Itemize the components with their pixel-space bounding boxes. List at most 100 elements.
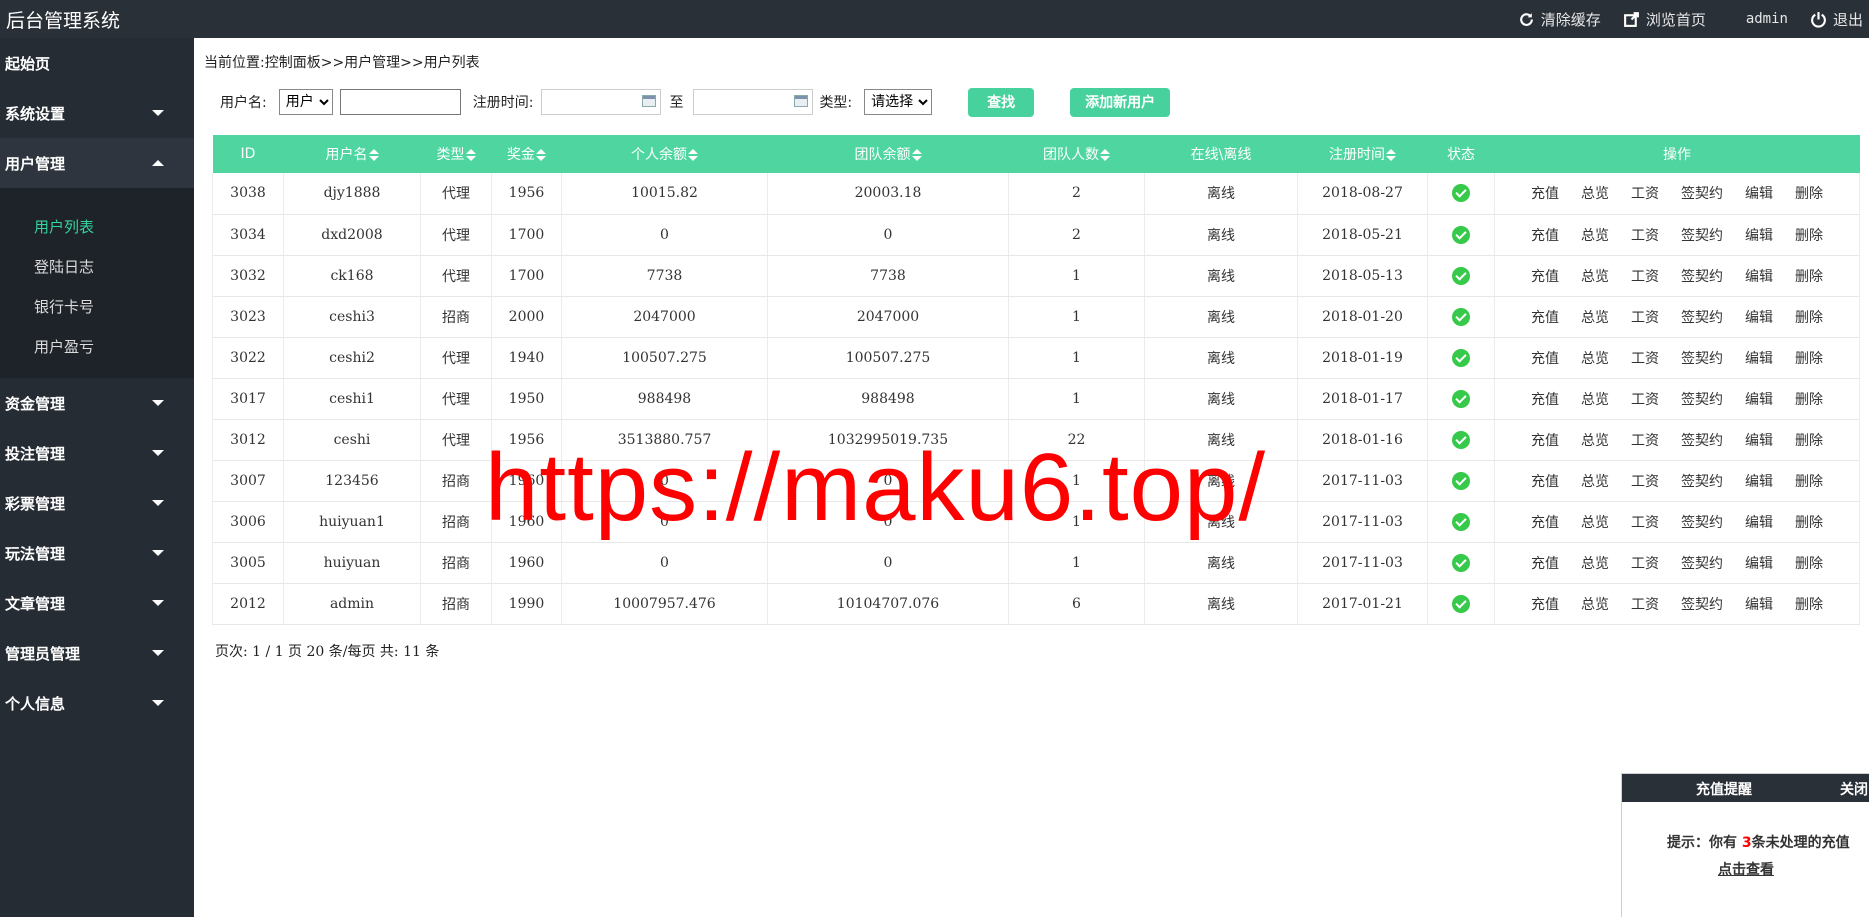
- recharge-link[interactable]: 充值: [1520, 389, 1570, 409]
- col-username[interactable]: 用户名: [283, 135, 421, 173]
- contract-link[interactable]: 签契约: [1670, 225, 1734, 245]
- delete-link[interactable]: 删除: [1784, 266, 1834, 286]
- sort-icon[interactable]: [1386, 149, 1396, 161]
- salary-link[interactable]: 工资: [1620, 225, 1670, 245]
- overview-link[interactable]: 总览: [1570, 471, 1620, 491]
- contract-link[interactable]: 签契约: [1670, 307, 1734, 327]
- add-user-button[interactable]: 添加新用户: [1070, 87, 1171, 117]
- sidebar-subitem-user-list[interactable]: 用户列表: [0, 206, 194, 246]
- current-user[interactable]: admin: [1746, 11, 1788, 27]
- recharge-link[interactable]: 充值: [1520, 594, 1570, 614]
- col-team-size[interactable]: 团队人数: [1008, 135, 1145, 173]
- salary-link[interactable]: 工资: [1620, 553, 1670, 573]
- salary-link[interactable]: 工资: [1620, 348, 1670, 368]
- edit-link[interactable]: 编辑: [1734, 389, 1784, 409]
- sidebar-item-start[interactable]: 起始页: [0, 38, 194, 88]
- contract-link[interactable]: 签契约: [1670, 594, 1734, 614]
- sort-icon[interactable]: [536, 149, 546, 161]
- overview-link[interactable]: 总览: [1570, 266, 1620, 286]
- contract-link[interactable]: 签契约: [1670, 512, 1734, 532]
- edit-link[interactable]: 编辑: [1734, 307, 1784, 327]
- sidebar-subitem-bank-cards[interactable]: 银行卡号: [0, 286, 194, 326]
- sidebar-item-system-settings[interactable]: 系统设置: [0, 88, 194, 138]
- sidebar-item-user-management[interactable]: 用户管理: [0, 138, 194, 188]
- contract-link[interactable]: 签契约: [1670, 430, 1734, 450]
- delete-link[interactable]: 删除: [1784, 348, 1834, 368]
- date-to-input[interactable]: [693, 89, 814, 115]
- salary-link[interactable]: 工资: [1620, 307, 1670, 327]
- type-select[interactable]: 请选择: [864, 89, 933, 115]
- sidebar-item-gameplay[interactable]: 玩法管理: [0, 528, 194, 578]
- sidebar-item-lottery[interactable]: 彩票管理: [0, 478, 194, 528]
- edit-link[interactable]: 编辑: [1734, 225, 1784, 245]
- overview-link[interactable]: 总览: [1570, 348, 1620, 368]
- salary-link[interactable]: 工资: [1620, 430, 1670, 450]
- sort-icon[interactable]: [911, 149, 922, 161]
- recharge-link[interactable]: 充值: [1520, 348, 1570, 368]
- recharge-link[interactable]: 充值: [1520, 225, 1570, 245]
- sort-icon[interactable]: [1100, 149, 1110, 161]
- popup-close-button[interactable]: 关闭: [1840, 779, 1868, 799]
- salary-link[interactable]: 工资: [1620, 594, 1670, 614]
- overview-link[interactable]: 总览: [1570, 307, 1620, 327]
- edit-link[interactable]: 编辑: [1734, 471, 1784, 491]
- delete-link[interactable]: 删除: [1784, 553, 1834, 573]
- recharge-link[interactable]: 充值: [1520, 471, 1570, 491]
- sidebar-subitem-user-pnl[interactable]: 用户盈亏: [0, 326, 194, 366]
- edit-link[interactable]: 编辑: [1734, 348, 1784, 368]
- recharge-link[interactable]: 充值: [1520, 553, 1570, 573]
- sidebar-item-bets[interactable]: 投注管理: [0, 428, 194, 478]
- contract-link[interactable]: 签契约: [1670, 553, 1734, 573]
- logout-link[interactable]: 退出: [1810, 9, 1863, 30]
- contract-link[interactable]: 签契约: [1670, 471, 1734, 491]
- recharge-link[interactable]: 充值: [1520, 512, 1570, 532]
- delete-link[interactable]: 删除: [1784, 594, 1834, 614]
- col-team-balance[interactable]: 团队余额: [767, 135, 1009, 173]
- delete-link[interactable]: 删除: [1784, 225, 1834, 245]
- edit-link[interactable]: 编辑: [1734, 183, 1784, 203]
- salary-link[interactable]: 工资: [1620, 389, 1670, 409]
- calendar-icon[interactable]: [794, 95, 809, 107]
- sort-icon[interactable]: [688, 149, 698, 161]
- edit-link[interactable]: 编辑: [1734, 266, 1784, 286]
- delete-link[interactable]: 删除: [1784, 430, 1834, 450]
- col-id[interactable]: ID: [212, 135, 284, 173]
- salary-link[interactable]: 工资: [1620, 512, 1670, 532]
- overview-link[interactable]: 总览: [1570, 389, 1620, 409]
- clear-cache-link[interactable]: 清除缓存: [1518, 9, 1601, 30]
- edit-link[interactable]: 编辑: [1734, 430, 1784, 450]
- overview-link[interactable]: 总览: [1570, 594, 1620, 614]
- sidebar-item-admins[interactable]: 管理员管理: [0, 628, 194, 678]
- sidebar-item-funds[interactable]: 资金管理: [0, 378, 194, 428]
- edit-link[interactable]: 编辑: [1734, 512, 1784, 532]
- username-input[interactable]: [339, 89, 461, 115]
- recharge-link[interactable]: 充值: [1520, 430, 1570, 450]
- edit-link[interactable]: 编辑: [1734, 553, 1784, 573]
- sidebar-subitem-login-log[interactable]: 登陆日志: [0, 246, 194, 286]
- sidebar-item-profile[interactable]: 个人信息: [0, 678, 194, 728]
- overview-link[interactable]: 总览: [1570, 183, 1620, 203]
- col-regtime[interactable]: 注册时间: [1297, 135, 1428, 173]
- delete-link[interactable]: 删除: [1784, 307, 1834, 327]
- col-personal-balance[interactable]: 个人余额: [561, 135, 768, 173]
- calendar-icon[interactable]: [642, 95, 657, 107]
- search-button[interactable]: 查找: [968, 87, 1035, 117]
- field-select[interactable]: 用户: [278, 89, 333, 115]
- recharge-link[interactable]: 充值: [1520, 266, 1570, 286]
- contract-link[interactable]: 签契约: [1670, 266, 1734, 286]
- contract-link[interactable]: 签契约: [1670, 389, 1734, 409]
- sort-icon[interactable]: [368, 149, 379, 161]
- salary-link[interactable]: 工资: [1620, 266, 1670, 286]
- recharge-link[interactable]: 充值: [1520, 307, 1570, 327]
- salary-link[interactable]: 工资: [1620, 183, 1670, 203]
- overview-link[interactable]: 总览: [1570, 225, 1620, 245]
- delete-link[interactable]: 删除: [1784, 512, 1834, 532]
- col-type[interactable]: 类型: [420, 135, 492, 173]
- contract-link[interactable]: 签契约: [1670, 183, 1734, 203]
- recharge-link[interactable]: 充值: [1520, 183, 1570, 203]
- contract-link[interactable]: 签契约: [1670, 348, 1734, 368]
- delete-link[interactable]: 删除: [1784, 183, 1834, 203]
- overview-link[interactable]: 总览: [1570, 512, 1620, 532]
- salary-link[interactable]: 工资: [1620, 471, 1670, 491]
- edit-link[interactable]: 编辑: [1734, 594, 1784, 614]
